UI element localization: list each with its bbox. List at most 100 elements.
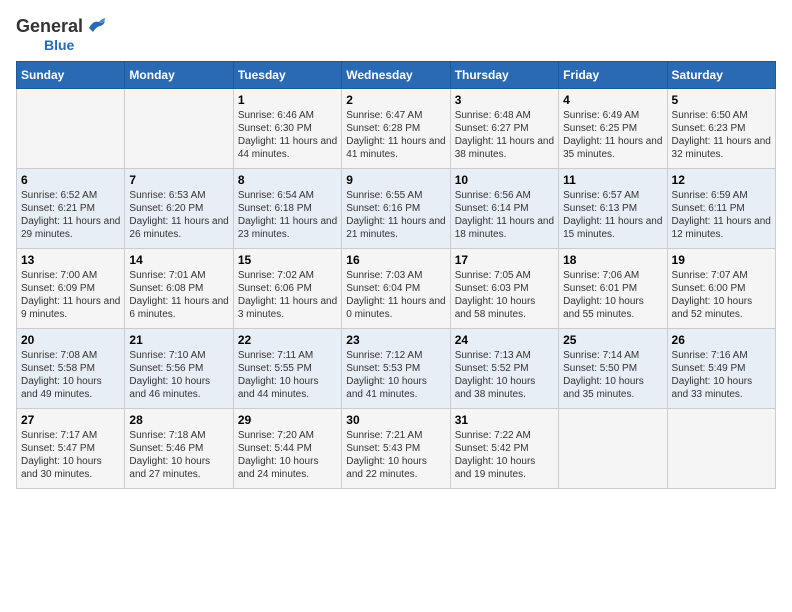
calendar-cell: 4 Sunrise: 6:49 AM Sunset: 6:25 PM Dayli…	[559, 89, 667, 169]
calendar-cell: 23 Sunrise: 7:12 AM Sunset: 5:53 PM Dayl…	[342, 329, 450, 409]
day-number: 26	[672, 333, 771, 347]
sunrise-label: Sunrise: 6:53 AM	[129, 190, 205, 201]
day-info: Sunrise: 7:10 AM Sunset: 5:56 PM Dayligh…	[129, 349, 228, 401]
day-number: 19	[672, 253, 771, 267]
daylight-label: Daylight: 10 hours and 30 minutes.	[21, 456, 102, 480]
sunset-label: Sunset: 6:25 PM	[563, 123, 637, 134]
sunset-label: Sunset: 6:16 PM	[346, 203, 420, 214]
sunset-label: Sunset: 6:11 PM	[672, 203, 745, 214]
weekday-header-saturday: Saturday	[667, 62, 775, 89]
sunset-label: Sunset: 5:53 PM	[346, 363, 420, 374]
day-number: 4	[563, 93, 662, 107]
sunset-label: Sunset: 5:43 PM	[346, 443, 420, 454]
calendar-cell: 26 Sunrise: 7:16 AM Sunset: 5:49 PM Dayl…	[667, 329, 775, 409]
weekday-header-sunday: Sunday	[17, 62, 125, 89]
day-info: Sunrise: 7:17 AM Sunset: 5:47 PM Dayligh…	[21, 429, 120, 481]
day-number: 9	[346, 173, 445, 187]
weekday-header-tuesday: Tuesday	[233, 62, 341, 89]
day-info: Sunrise: 7:03 AM Sunset: 6:04 PM Dayligh…	[346, 269, 445, 321]
sunset-label: Sunset: 5:56 PM	[129, 363, 203, 374]
day-info: Sunrise: 6:55 AM Sunset: 6:16 PM Dayligh…	[346, 189, 445, 241]
sunrise-label: Sunrise: 7:02 AM	[238, 270, 314, 281]
daylight-label: Daylight: 10 hours and 27 minutes.	[129, 456, 210, 480]
calendar-cell	[559, 409, 667, 489]
sunrise-label: Sunrise: 7:13 AM	[455, 350, 531, 361]
calendar-cell: 20 Sunrise: 7:08 AM Sunset: 5:58 PM Dayl…	[17, 329, 125, 409]
sunset-label: Sunset: 6:18 PM	[238, 203, 312, 214]
calendar-cell: 1 Sunrise: 6:46 AM Sunset: 6:30 PM Dayli…	[233, 89, 341, 169]
daylight-label: Daylight: 10 hours and 38 minutes.	[455, 376, 536, 400]
daylight-label: Daylight: 10 hours and 19 minutes.	[455, 456, 536, 480]
daylight-label: Daylight: 11 hours and 6 minutes.	[129, 296, 228, 320]
calendar-cell	[667, 409, 775, 489]
calendar-week-row: 20 Sunrise: 7:08 AM Sunset: 5:58 PM Dayl…	[17, 329, 776, 409]
calendar-cell: 31 Sunrise: 7:22 AM Sunset: 5:42 PM Dayl…	[450, 409, 558, 489]
sunrise-label: Sunrise: 6:52 AM	[21, 190, 97, 201]
day-number: 2	[346, 93, 445, 107]
daylight-label: Daylight: 11 hours and 32 minutes.	[672, 136, 771, 160]
calendar-week-row: 27 Sunrise: 7:17 AM Sunset: 5:47 PM Dayl…	[17, 409, 776, 489]
daylight-label: Daylight: 10 hours and 41 minutes.	[346, 376, 427, 400]
sunrise-label: Sunrise: 7:12 AM	[346, 350, 422, 361]
sunrise-label: Sunrise: 7:00 AM	[21, 270, 97, 281]
calendar-cell: 22 Sunrise: 7:11 AM Sunset: 5:55 PM Dayl…	[233, 329, 341, 409]
daylight-label: Daylight: 10 hours and 44 minutes.	[238, 376, 319, 400]
daylight-label: Daylight: 10 hours and 46 minutes.	[129, 376, 210, 400]
calendar-cell: 13 Sunrise: 7:00 AM Sunset: 6:09 PM Dayl…	[17, 249, 125, 329]
day-number: 1	[238, 93, 337, 107]
day-number: 8	[238, 173, 337, 187]
day-info: Sunrise: 6:49 AM Sunset: 6:25 PM Dayligh…	[563, 109, 662, 161]
day-info: Sunrise: 7:16 AM Sunset: 5:49 PM Dayligh…	[672, 349, 771, 401]
sunrise-label: Sunrise: 6:50 AM	[672, 110, 748, 121]
calendar-table: SundayMondayTuesdayWednesdayThursdayFrid…	[16, 61, 776, 489]
sunset-label: Sunset: 5:47 PM	[21, 443, 95, 454]
day-info: Sunrise: 7:14 AM Sunset: 5:50 PM Dayligh…	[563, 349, 662, 401]
sunrise-label: Sunrise: 7:11 AM	[238, 350, 313, 361]
daylight-label: Daylight: 11 hours and 44 minutes.	[238, 136, 337, 160]
sunrise-label: Sunrise: 7:21 AM	[346, 430, 422, 441]
day-info: Sunrise: 6:56 AM Sunset: 6:14 PM Dayligh…	[455, 189, 554, 241]
sunrise-label: Sunrise: 6:55 AM	[346, 190, 422, 201]
day-number: 28	[129, 413, 228, 427]
day-info: Sunrise: 6:52 AM Sunset: 6:21 PM Dayligh…	[21, 189, 120, 241]
daylight-label: Daylight: 10 hours and 22 minutes.	[346, 456, 427, 480]
sunset-label: Sunset: 5:49 PM	[672, 363, 746, 374]
day-info: Sunrise: 7:21 AM Sunset: 5:43 PM Dayligh…	[346, 429, 445, 481]
day-info: Sunrise: 7:06 AM Sunset: 6:01 PM Dayligh…	[563, 269, 662, 321]
day-info: Sunrise: 7:05 AM Sunset: 6:03 PM Dayligh…	[455, 269, 554, 321]
day-number: 6	[21, 173, 120, 187]
sunrise-label: Sunrise: 7:05 AM	[455, 270, 531, 281]
day-number: 5	[672, 93, 771, 107]
day-number: 13	[21, 253, 120, 267]
calendar-cell: 3 Sunrise: 6:48 AM Sunset: 6:27 PM Dayli…	[450, 89, 558, 169]
weekday-header-wednesday: Wednesday	[342, 62, 450, 89]
daylight-label: Daylight: 11 hours and 12 minutes.	[672, 216, 771, 240]
daylight-label: Daylight: 11 hours and 21 minutes.	[346, 216, 445, 240]
day-number: 11	[563, 173, 662, 187]
daylight-label: Daylight: 11 hours and 35 minutes.	[563, 136, 662, 160]
calendar-week-row: 13 Sunrise: 7:00 AM Sunset: 6:09 PM Dayl…	[17, 249, 776, 329]
sunset-label: Sunset: 6:08 PM	[129, 283, 203, 294]
day-number: 25	[563, 333, 662, 347]
weekday-header-monday: Monday	[125, 62, 233, 89]
daylight-label: Daylight: 10 hours and 35 minutes.	[563, 376, 644, 400]
calendar-week-row: 1 Sunrise: 6:46 AM Sunset: 6:30 PM Dayli…	[17, 89, 776, 169]
sunrise-label: Sunrise: 6:56 AM	[455, 190, 531, 201]
sunset-label: Sunset: 6:21 PM	[21, 203, 95, 214]
day-number: 27	[21, 413, 120, 427]
daylight-label: Daylight: 11 hours and 9 minutes.	[21, 296, 120, 320]
day-info: Sunrise: 6:59 AM Sunset: 6:11 PM Dayligh…	[672, 189, 771, 241]
sunrise-label: Sunrise: 7:03 AM	[346, 270, 422, 281]
calendar-cell: 12 Sunrise: 6:59 AM Sunset: 6:11 PM Dayl…	[667, 169, 775, 249]
weekday-header-friday: Friday	[559, 62, 667, 89]
sunrise-label: Sunrise: 7:14 AM	[563, 350, 639, 361]
day-info: Sunrise: 7:08 AM Sunset: 5:58 PM Dayligh…	[21, 349, 120, 401]
day-number: 7	[129, 173, 228, 187]
sunset-label: Sunset: 5:42 PM	[455, 443, 529, 454]
day-number: 23	[346, 333, 445, 347]
sunset-label: Sunset: 5:55 PM	[238, 363, 312, 374]
daylight-label: Daylight: 11 hours and 0 minutes.	[346, 296, 445, 320]
sunset-label: Sunset: 6:00 PM	[672, 283, 746, 294]
daylight-label: Daylight: 11 hours and 18 minutes.	[455, 216, 554, 240]
day-number: 15	[238, 253, 337, 267]
